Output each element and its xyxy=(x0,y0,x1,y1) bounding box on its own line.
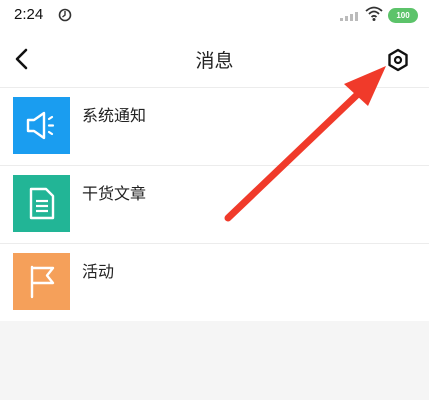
document-icon xyxy=(13,175,70,232)
settings-button[interactable] xyxy=(386,48,410,72)
chevron-left-icon xyxy=(15,48,28,70)
empty-background xyxy=(0,321,429,400)
status-bar: 2:24 100 xyxy=(0,0,429,32)
signal-icon xyxy=(340,12,358,21)
list-item-label: 系统通知 xyxy=(82,106,147,125)
megaphone-icon xyxy=(13,97,70,154)
flag-icon xyxy=(13,253,70,310)
gear-icon xyxy=(388,48,408,72)
message-category-list: 系统通知 干货文章 活动 xyxy=(0,88,429,321)
header: 消息 xyxy=(0,32,429,88)
back-button[interactable] xyxy=(10,46,34,72)
page-title: 消息 xyxy=(195,50,234,72)
list-item-label: 干货文章 xyxy=(82,184,147,203)
list-item-events[interactable]: 活动 xyxy=(0,244,429,321)
screen: 2:24 100 消息 系统通知 干货文章 活动 xyxy=(0,0,429,400)
status-time: 2:24 xyxy=(14,6,44,23)
wifi-icon xyxy=(365,6,383,21)
battery-indicator: 100 xyxy=(388,8,418,23)
list-item-articles[interactable]: 干货文章 xyxy=(0,166,429,244)
list-item-label: 活动 xyxy=(82,262,115,281)
list-item-system-notice[interactable]: 系统通知 xyxy=(0,88,429,166)
notification-icon xyxy=(58,8,72,22)
